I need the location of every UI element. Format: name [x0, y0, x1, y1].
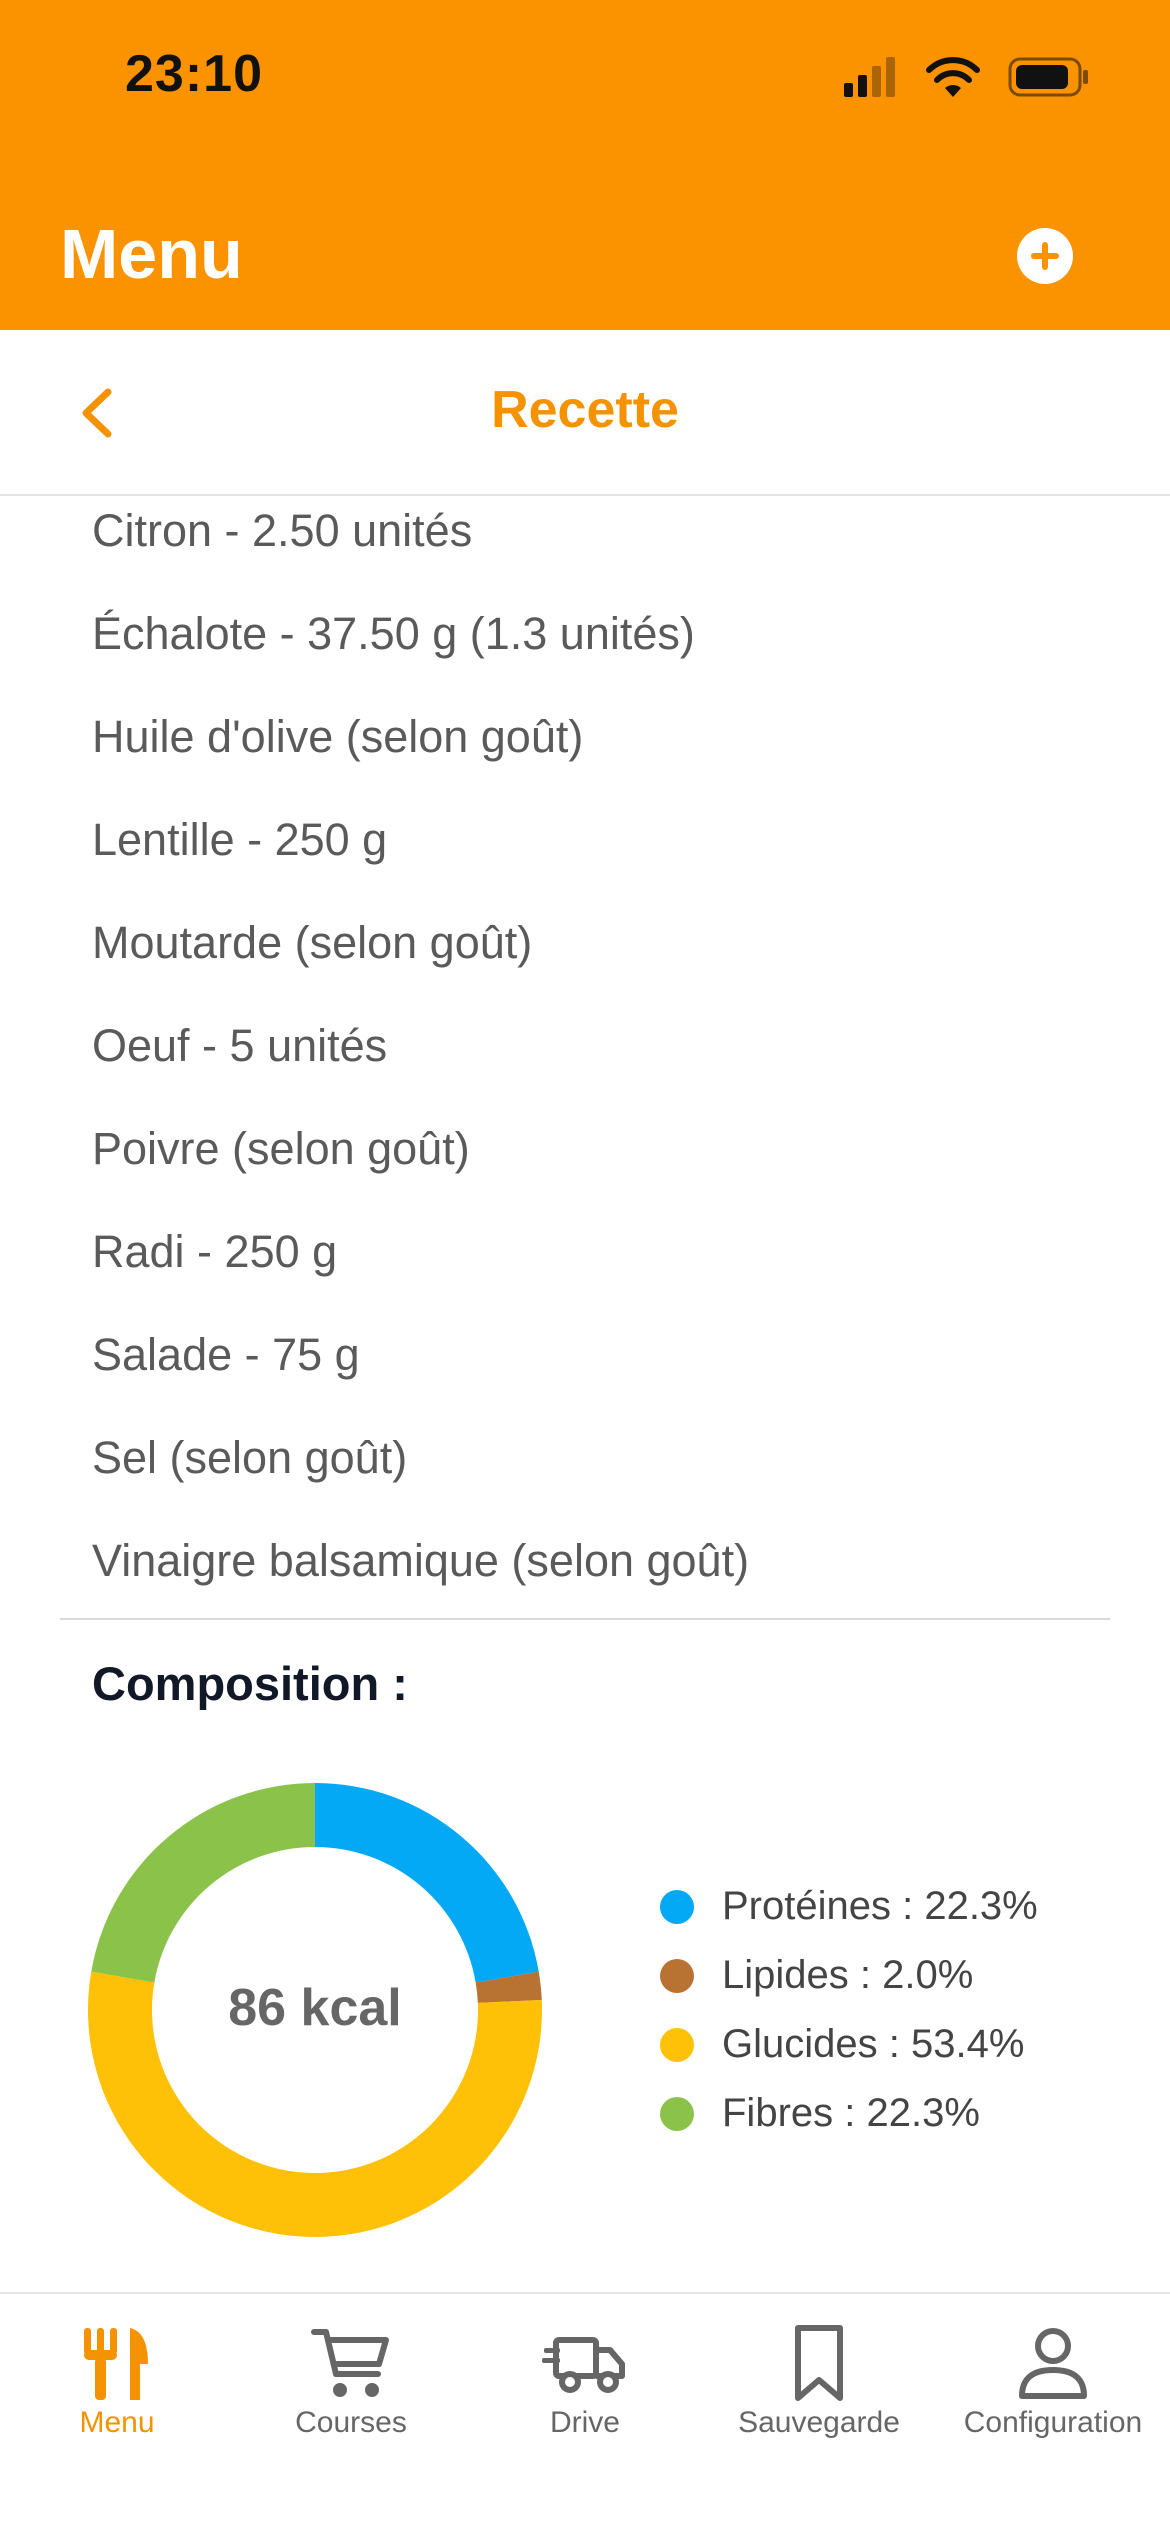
tab-label: Drive: [549, 2406, 620, 2439]
composition-legend: Protéines : 22.3% Lipides : 2.0% Glucide…: [660, 1872, 1038, 2148]
legend-item-proteines: Protéines : 22.3%: [660, 1872, 1038, 1941]
donut-slice-fibres: [91, 1783, 316, 1983]
battery-icon: [1008, 57, 1088, 97]
fork-knife-icon: [84, 2328, 148, 2400]
ingredient-item: Radi - 250 g: [92, 1226, 338, 1277]
ingredient-item: Oeuf - 5 unités: [92, 1020, 388, 1071]
recipe-subheader: Recette: [0, 330, 1170, 496]
ingredient-item: Vinaigre balsamique (selon goût): [92, 1535, 750, 1586]
ingredient-item: Échalote - 37.50 g (1.3 unités): [92, 608, 695, 659]
recipe-screen: 23:10 Menu Recette Citron - 2.50 unités …: [0, 0, 1170, 2532]
tab-courses[interactable]: Courses: [234, 2294, 468, 2474]
shopping-cart-icon: [311, 2329, 389, 2397]
ingredient-item: Moutarde (selon goût): [92, 917, 533, 968]
calorie-label: 86 kcal: [228, 1979, 402, 2037]
composition-title: Composition :: [92, 1657, 408, 1710]
section-divider: [60, 1618, 1110, 1620]
legend-label: Glucides : 53.4%: [722, 2022, 1025, 2066]
status-icons: [844, 52, 1090, 102]
ingredient-item: Poivre (selon goût): [92, 1123, 470, 1174]
legend-item-fibres: Fibres : 22.3%: [660, 2079, 1038, 2148]
app-header: 23:10 Menu: [0, 0, 1170, 330]
tab-drive[interactable]: Drive: [468, 2294, 702, 2474]
ingredient-item: Huile d'olive (selon goût): [92, 711, 584, 762]
tab-label: Sauvegarde: [738, 2406, 900, 2439]
legend-dot: [660, 1958, 694, 1993]
ingredient-item: Citron - 2.50 unités: [92, 505, 473, 556]
tab-label: Courses: [295, 2406, 407, 2439]
delivery-truck-icon: [542, 2337, 625, 2393]
status-time: 23:10: [125, 45, 263, 103]
legend-item-glucides: Glucides : 53.4%: [660, 2010, 1038, 2079]
donut-slice-proteines: [315, 1783, 539, 1983]
tab-sauvegarde[interactable]: Sauvegarde: [702, 2294, 936, 2474]
bookmark-icon: [795, 2325, 843, 2401]
legend-label: Fibres : 22.3%: [722, 2091, 980, 2135]
wifi-icon: [926, 57, 980, 97]
legend-dot: [660, 2096, 694, 2131]
legend-label: Protéines : 22.3%: [722, 1884, 1038, 1928]
legend-dot: [660, 2027, 694, 2062]
legend-dot: [660, 1889, 694, 1924]
ingredient-item: Salade - 75 g: [92, 1329, 360, 1380]
user-icon: [1019, 2328, 1087, 2399]
cellular-signal-icon: [844, 57, 895, 97]
tab-configuration[interactable]: Configuration: [936, 2294, 1170, 2474]
ingredient-item: Lentille - 250 g: [92, 814, 388, 865]
header-title: Menu: [60, 215, 243, 293]
page-title: Recette: [491, 381, 679, 439]
plus-circle-icon[interactable]: [1016, 227, 1074, 285]
legend-item-lipides: Lipides : 2.0%: [660, 1941, 1038, 2010]
tab-label: Configuration: [963, 2406, 1143, 2439]
bottom-tab-bar: Menu Courses Drive Sauvegarde Configurat…: [0, 2292, 1170, 2532]
ingredient-item: Sel (selon goût): [92, 1432, 408, 1483]
tab-menu[interactable]: Menu: [0, 2294, 234, 2474]
legend-label: Lipides : 2.0%: [722, 1953, 974, 1997]
tab-label: Menu: [79, 2406, 155, 2439]
